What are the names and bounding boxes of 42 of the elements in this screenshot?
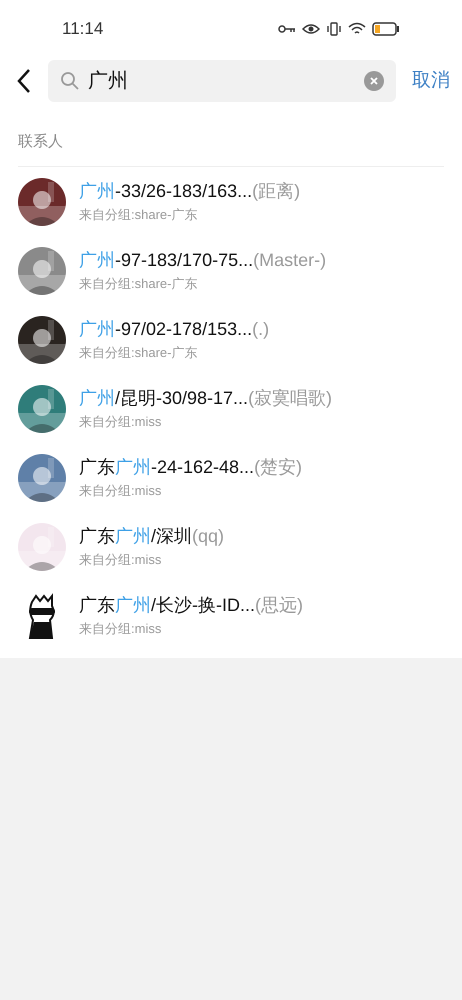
contact-remark: (qq) bbox=[192, 525, 224, 548]
contact-source: 来自分组:miss bbox=[79, 413, 162, 432]
key-icon bbox=[278, 24, 296, 34]
section-title: 联系人 bbox=[18, 133, 63, 150]
contact-remark: (楚安) bbox=[254, 456, 302, 480]
contact-source: 来自分组:share-广东 bbox=[79, 206, 198, 224]
contact-name: 广东广州/长沙-换-ID... bbox=[79, 594, 255, 618]
contact-row[interactable]: 广州-97/02-178/153...(.) 来自分组:share-广东 bbox=[0, 305, 462, 374]
battery-icon bbox=[372, 22, 400, 36]
contact-source: 来自分组:share-广东 bbox=[79, 275, 198, 294]
contact-remark: (.) bbox=[252, 318, 270, 342]
contact-row[interactable]: 广州/昆明-30/98-17...(寂寞唱歌) 来自分组:miss bbox=[0, 374, 462, 443]
contact-source: 来自分组:miss bbox=[79, 620, 162, 638]
contact-remark: (寂寞唱歌) bbox=[248, 387, 332, 410]
contact-name: 广东广州/深圳 bbox=[79, 525, 192, 548]
contact-name: 广东广州-24-162-48... bbox=[79, 456, 254, 480]
eye-icon bbox=[302, 23, 320, 35]
vibrate-icon bbox=[326, 22, 342, 36]
contact-remark: (思远) bbox=[255, 594, 303, 618]
close-icon bbox=[370, 77, 378, 85]
contact-row[interactable]: 广东广州/深圳(qq) 来自分组:miss bbox=[0, 512, 462, 581]
search-text: 广州 bbox=[88, 69, 129, 94]
clear-button[interactable] bbox=[364, 71, 384, 91]
contact-remark: (Master-) bbox=[253, 249, 326, 272]
contact-row[interactable]: 广州-33/26-183/163...(距离) 来自分组:share-广东 bbox=[0, 167, 462, 236]
contact-row[interactable]: 广东广州-24-162-48...(楚安) 来自分组:miss bbox=[0, 443, 462, 512]
contact-source: 来自分组:miss bbox=[79, 482, 162, 500]
contact-name: 广州-33/26-183/163... bbox=[79, 180, 252, 204]
contact-name: 广州-97/02-178/153... bbox=[79, 318, 252, 342]
wifi-icon bbox=[348, 22, 366, 36]
contact-row[interactable]: 广东广州/长沙-换-ID...(思远) 来自分组:miss bbox=[0, 581, 462, 650]
contact-source: 来自分组:share-广东 bbox=[79, 344, 198, 362]
contact-name: 广州/昆明-30/98-17... bbox=[79, 387, 248, 410]
cancel-button[interactable]: 取消 bbox=[412, 66, 450, 96]
contact-remark: (距离) bbox=[252, 180, 300, 204]
back-icon bbox=[16, 68, 32, 94]
status-time: 11:14 bbox=[62, 18, 104, 40]
contact-row[interactable]: 广州-97-183/170-75...(Master-) 来自分组:share-广东 bbox=[0, 236, 462, 305]
contact-name: 广州-97-183/170-75... bbox=[79, 249, 254, 272]
search-icon bbox=[60, 71, 80, 91]
contact-source: 来自分组:miss bbox=[79, 551, 162, 570]
search-field[interactable]: 广州 bbox=[48, 60, 396, 102]
